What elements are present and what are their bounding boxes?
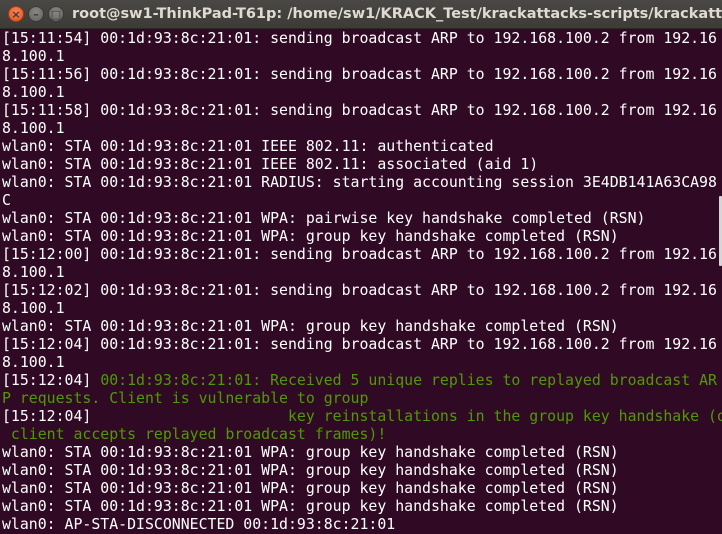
terminal-line: [15:12:04] key reinstallations in the gr… bbox=[2, 407, 722, 425]
terminal-text: wlan0: STA 00:1d:93:8c:21:01 WPA: group … bbox=[2, 317, 619, 335]
terminal-text: wlan0: STA 00:1d:93:8c:21:01 RADIUS: sta… bbox=[2, 173, 717, 191]
terminal-text: 8.100.1 bbox=[2, 47, 65, 65]
terminal-line: wlan0: STA 00:1d:93:8c:21:01 WPA: group … bbox=[2, 461, 722, 479]
window-title: root@sw1-ThinkPad-T61p: /home/sw1/KRACK_… bbox=[72, 6, 722, 22]
terminal-line: [15:11:58] 00:1d:93:8c:21:01: sending br… bbox=[2, 101, 722, 119]
terminal-line: C bbox=[2, 191, 722, 209]
terminal-line: [15:12:04] 00:1d:93:8c:21:01: sending br… bbox=[2, 335, 722, 353]
terminal-line: 8.100.1 bbox=[2, 119, 722, 137]
terminal-text: 8.100.1 bbox=[2, 263, 65, 281]
terminal-text: 8.100.1 bbox=[2, 119, 65, 137]
terminal-text: wlan0: AP-STA-DISCONNECTED 00:1d:93:8c:2… bbox=[2, 515, 396, 533]
terminal-text-highlight: 00:1d:93:8c:21:01: Received 5 unique rep… bbox=[100, 371, 717, 389]
terminal-text: [15:11:54] 00:1d:93:8c:21:01: sending br… bbox=[2, 29, 717, 47]
terminal-text: wlan0: STA 00:1d:93:8c:21:01 IEEE 802.11… bbox=[2, 155, 539, 173]
maximize-button[interactable]: □ bbox=[48, 6, 64, 22]
terminal-line: wlan0: AP-STA-DISCONNECTED 00:1d:93:8c:2… bbox=[2, 515, 722, 533]
terminal-text: [15:12:04] bbox=[2, 371, 101, 389]
close-icon: × bbox=[11, 8, 21, 21]
terminal-line: 8.100.1 bbox=[2, 353, 722, 371]
terminal-line: wlan0: STA 00:1d:93:8c:21:01 WPA: group … bbox=[2, 497, 722, 515]
minimize-button[interactable]: – bbox=[28, 6, 44, 22]
terminal-text: wlan0: STA 00:1d:93:8c:21:01 IEEE 802.11… bbox=[2, 137, 494, 155]
maximize-icon: □ bbox=[50, 8, 62, 21]
terminal-text: C bbox=[2, 191, 11, 209]
terminal-line: client accepts replayed broadcast frames… bbox=[2, 425, 722, 443]
terminal-text: 8.100.1 bbox=[2, 83, 65, 101]
terminal-text: wlan0: STA 00:1d:93:8c:21:01 WPA: group … bbox=[2, 227, 619, 245]
terminal-text-highlight: key reinstallations in the group key han… bbox=[91, 407, 722, 425]
terminal-line: wlan0: STA 00:1d:93:8c:21:01 WPA: group … bbox=[2, 227, 722, 245]
terminal-text: [15:12:04] bbox=[2, 407, 92, 425]
terminal-text-highlight: client accepts replayed broadcast frames… bbox=[2, 425, 387, 443]
terminal-text: wlan0: STA 00:1d:93:8c:21:01 WPA: group … bbox=[2, 497, 619, 515]
terminal-text: [15:12:02] 00:1d:93:8c:21:01: sending br… bbox=[2, 281, 717, 299]
terminal-line: 8.100.1 bbox=[2, 263, 722, 281]
terminal-line: 8.100.1 bbox=[2, 47, 722, 65]
terminal-text: wlan0: STA 00:1d:93:8c:21:01 WPA: group … bbox=[2, 461, 619, 479]
terminal-line: wlan0: STA 00:1d:93:8c:21:01 IEEE 802.11… bbox=[2, 137, 722, 155]
close-button[interactable]: × bbox=[8, 6, 24, 22]
terminal-text: wlan0: STA 00:1d:93:8c:21:01 WPA: group … bbox=[2, 479, 619, 497]
terminal-output[interactable]: [15:11:54] 00:1d:93:8c:21:01: sending br… bbox=[2, 29, 722, 534]
terminal-window: × – □ root@sw1-ThinkPad-T61p: /home/sw1/… bbox=[0, 0, 722, 534]
terminal-text: [15:12:00] 00:1d:93:8c:21:01: sending br… bbox=[2, 245, 717, 263]
terminal-text: 8.100.1 bbox=[2, 353, 65, 371]
terminal-line: [15:12:02] 00:1d:93:8c:21:01: sending br… bbox=[2, 281, 722, 299]
terminal-text-highlight: P requests. Client is vulnerable to grou… bbox=[2, 389, 369, 407]
terminal-line: wlan0: STA 00:1d:93:8c:21:01 WPA: group … bbox=[2, 479, 722, 497]
terminal-line: P requests. Client is vulnerable to grou… bbox=[2, 389, 722, 407]
minimize-icon: – bbox=[33, 8, 39, 21]
terminal-line: wlan0: STA 00:1d:93:8c:21:01 RADIUS: sta… bbox=[2, 173, 722, 191]
terminal-line: [15:11:56] 00:1d:93:8c:21:01: sending br… bbox=[2, 65, 722, 83]
terminal-text: 8.100.1 bbox=[2, 299, 65, 317]
terminal-text: [15:12:04] 00:1d:93:8c:21:01: sending br… bbox=[2, 335, 717, 353]
terminal-line: 8.100.1 bbox=[2, 83, 722, 101]
terminal-line: wlan0: STA 00:1d:93:8c:21:01 WPA: pairwi… bbox=[2, 209, 722, 227]
title-bar[interactable]: × – □ root@sw1-ThinkPad-T61p: /home/sw1/… bbox=[0, 0, 722, 29]
terminal-text: wlan0: STA 00:1d:93:8c:21:01 WPA: pairwi… bbox=[2, 209, 646, 227]
terminal-text: [15:11:58] 00:1d:93:8c:21:01: sending br… bbox=[2, 101, 717, 119]
terminal-line: wlan0: STA 00:1d:93:8c:21:01 WPA: group … bbox=[2, 317, 722, 335]
terminal-text: wlan0: STA 00:1d:93:8c:21:01 WPA: group … bbox=[2, 443, 619, 461]
terminal-line: [15:12:04] 00:1d:93:8c:21:01: Received 5… bbox=[2, 371, 722, 389]
terminal-line: wlan0: STA 00:1d:93:8c:21:01 WPA: group … bbox=[2, 443, 722, 461]
terminal-line: [15:11:54] 00:1d:93:8c:21:01: sending br… bbox=[2, 29, 722, 47]
terminal-line: wlan0: STA 00:1d:93:8c:21:01 IEEE 802.11… bbox=[2, 155, 722, 173]
terminal-line: [15:12:00] 00:1d:93:8c:21:01: sending br… bbox=[2, 245, 722, 263]
terminal-text: [15:11:56] 00:1d:93:8c:21:01: sending br… bbox=[2, 65, 717, 83]
terminal-line: 8.100.1 bbox=[2, 299, 722, 317]
